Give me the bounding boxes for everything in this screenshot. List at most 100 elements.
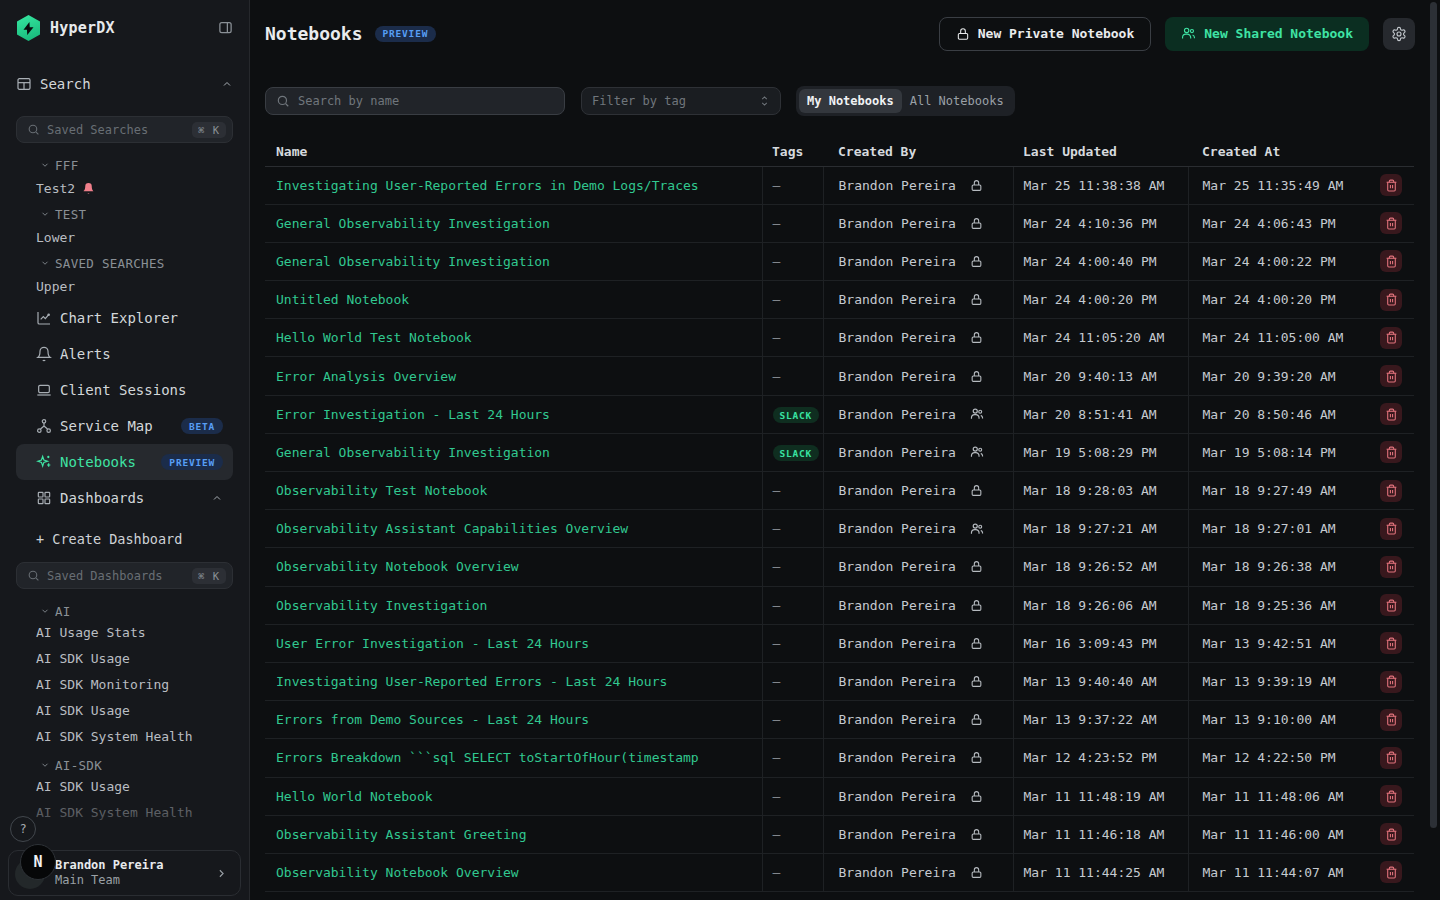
saved-searches-input[interactable]: Saved Searches ⌘ K	[16, 116, 233, 143]
search-by-name-input[interactable]: Search by name	[265, 87, 565, 115]
sidebar-item-dashboards[interactable]: Dashboards	[16, 480, 233, 516]
app: HyperDX Search Saved Search	[0, 0, 1440, 900]
notebook-name-link[interactable]: Observability Notebook Overview	[265, 853, 762, 891]
delete-notebook-button[interactable]	[1380, 289, 1402, 311]
new-shared-notebook-button[interactable]: New Shared Notebook	[1165, 17, 1369, 51]
delete-notebook-button[interactable]	[1380, 861, 1402, 883]
notebook-name-link[interactable]: General Observability Investigation	[265, 433, 762, 471]
notebook-name-link[interactable]: Observability Investigation	[265, 586, 762, 624]
scrollbar-thumb[interactable]	[1430, 2, 1437, 828]
logo[interactable]: HyperDX	[16, 15, 115, 41]
notebook-name-link[interactable]: Errors from Demo Sources - Last 24 Hours	[265, 701, 762, 739]
create-dashboard-button[interactable]: + Create Dashboard	[16, 528, 233, 550]
chevron-up-icon[interactable]	[221, 78, 233, 90]
notebook-name-link[interactable]: General Observability Investigation	[265, 242, 762, 280]
tag-badge: SLACK	[773, 445, 820, 461]
chevron-up-icon[interactable]	[211, 492, 223, 504]
sidebar-item-search[interactable]: Search	[16, 67, 233, 101]
actions-cell	[1368, 624, 1414, 662]
delete-notebook-button[interactable]	[1380, 518, 1402, 540]
delete-notebook-button[interactable]	[1380, 594, 1402, 616]
help-button[interactable]: ?	[10, 816, 36, 842]
table-row: General Observability Investigation — Br…	[265, 242, 1414, 280]
notebook-name-link[interactable]: Hello World Notebook	[265, 777, 762, 815]
dashboard-label: AI SDK Usage	[36, 703, 130, 718]
dashboard-item[interactable]: AI SDK Usage	[16, 697, 233, 723]
delete-notebook-button[interactable]	[1380, 671, 1402, 693]
delete-notebook-button[interactable]	[1380, 709, 1402, 731]
filter-by-tag-select[interactable]: Filter by tag	[581, 87, 781, 115]
notebook-name-link[interactable]: Error Investigation - Last 24 Hours	[265, 395, 762, 433]
sidebar-item-chart-explorer[interactable]: Chart Explorer	[16, 300, 233, 336]
delete-notebook-button[interactable]	[1380, 747, 1402, 769]
notebook-created-at: Mar 18 9:25:36 AM	[1188, 586, 1368, 624]
notebook-name-link[interactable]: Untitled Notebook	[265, 281, 762, 319]
delete-notebook-button[interactable]	[1380, 403, 1402, 425]
dashboard-item[interactable]: AI SDK Monitoring	[16, 671, 233, 697]
delete-notebook-button[interactable]	[1380, 212, 1402, 234]
saved-dashboards-input[interactable]: Saved Dashboards ⌘ K	[16, 562, 233, 589]
sidebar-item-service-map[interactable]: Service Map BETA	[16, 408, 233, 444]
sidebar-item-alerts[interactable]: Alerts	[16, 336, 233, 372]
notebook-name-link[interactable]: General Observability Investigation	[265, 204, 762, 242]
search-group-fff[interactable]: FFF	[16, 157, 233, 173]
search-group-saved-searches[interactable]: SAVED SEARCHES	[16, 255, 233, 271]
search-group-test[interactable]: TEST	[16, 206, 233, 222]
notebook-tags: —	[762, 662, 823, 700]
user-card[interactable]: N Brandon Pereira Main Team	[8, 850, 241, 896]
notebook-name-link[interactable]: Investigating User-Reported Errors - Las…	[265, 662, 762, 700]
delete-notebook-button[interactable]	[1380, 441, 1402, 463]
notebook-created-at: Mar 24 4:06:43 PM	[1188, 204, 1368, 242]
table-row: Observability Assistant Capabilities Ove…	[265, 510, 1414, 548]
new-private-notebook-button[interactable]: New Private Notebook	[939, 17, 1152, 51]
notebook-name-link[interactable]: Observability Test Notebook	[265, 472, 762, 510]
notebook-created-at: Mar 20 8:50:46 AM	[1188, 395, 1368, 433]
table-row: User Error Investigation - Last 24 Hours…	[265, 624, 1414, 662]
notebook-name-link[interactable]: Investigating User-Reported Errors in De…	[265, 166, 762, 204]
nav-label: Dashboards	[60, 490, 144, 506]
delete-notebook-button[interactable]	[1380, 785, 1402, 807]
table-row: General Observability Investigation — Br…	[265, 204, 1414, 242]
dashboard-label: AI SDK System Health	[36, 729, 193, 744]
notebook-created-at: Mar 11 11:46:00 AM	[1188, 815, 1368, 853]
delete-notebook-button[interactable]	[1380, 823, 1402, 845]
delete-notebook-button[interactable]	[1380, 365, 1402, 387]
notebook-name-link[interactable]: Errors Breakdown ```sql SELECT toStartOf…	[265, 739, 762, 777]
dashboard-item[interactable]: AI SDK System Health	[16, 723, 233, 749]
saved-search-item-test2[interactable]: Test2	[16, 178, 233, 198]
notebook-name-link[interactable]: Observability Assistant Capabilities Ove…	[265, 510, 762, 548]
sidebar-footer: ? N Brandon Pereira Main Team	[0, 812, 249, 900]
dashboard-item[interactable]: AI SDK Usage	[16, 645, 233, 671]
notebook-name-link[interactable]: Observability Notebook Overview	[265, 548, 762, 586]
sidebar-collapse-icon[interactable]	[218, 20, 233, 35]
notebook-name-link[interactable]: Error Analysis Overview	[265, 357, 762, 395]
dashboard-item[interactable]: AI SDK Usage	[16, 773, 233, 799]
notebook-name-link[interactable]: Hello World Test Notebook	[265, 319, 762, 357]
delete-notebook-button[interactable]	[1380, 480, 1402, 502]
notebook-name-link[interactable]: Observability Assistant Greeting	[265, 815, 762, 853]
sidebar-item-notebooks[interactable]: Notebooks PREVIEW	[16, 444, 233, 480]
notebook-name-link[interactable]: User Error Investigation - Last 24 Hours	[265, 624, 762, 662]
nav-label: Chart Explorer	[60, 310, 178, 326]
saved-search-item-lower[interactable]: Lower	[16, 227, 233, 247]
notebook-last-updated: Mar 12 4:23:52 PM	[1013, 739, 1188, 777]
delete-notebook-button[interactable]	[1380, 632, 1402, 654]
delete-notebook-button[interactable]	[1380, 174, 1402, 196]
dashboard-label: AI SDK Usage	[36, 651, 130, 666]
delete-notebook-button[interactable]	[1380, 327, 1402, 349]
tab-my-notebooks[interactable]: My Notebooks	[799, 89, 902, 113]
user-name: Brandon Pereira	[55, 858, 215, 873]
create-dashboard-label: + Create Dashboard	[36, 531, 182, 547]
settings-button[interactable]	[1383, 18, 1415, 50]
saved-search-item-upper[interactable]: Upper	[16, 276, 233, 296]
main-nav: Chart Explorer Alerts Client Sessions	[16, 300, 233, 516]
notebook-created-at: Mar 12 4:22:50 PM	[1188, 739, 1368, 777]
dashboard-group-ai[interactable]: AI	[16, 603, 233, 619]
dashboard-item[interactable]: AI Usage Stats	[16, 619, 233, 645]
delete-notebook-button[interactable]	[1380, 556, 1402, 578]
dashboard-group-ai-sdk[interactable]: AI-SDK	[16, 757, 233, 773]
actions-cell	[1368, 281, 1414, 319]
delete-notebook-button[interactable]	[1380, 250, 1402, 272]
tab-all-notebooks[interactable]: All Notebooks	[902, 89, 1012, 113]
sidebar-item-client-sessions[interactable]: Client Sessions	[16, 372, 233, 408]
